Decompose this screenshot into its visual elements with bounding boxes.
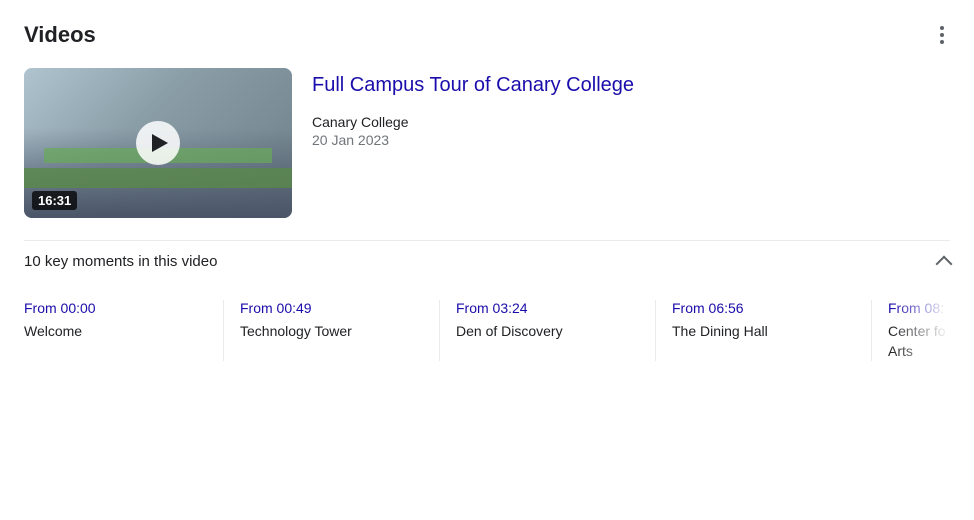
- video-card: 16:31 Full Campus Tour of Canary College…: [24, 68, 950, 218]
- videos-section: Videos 16:31 Full Campus Tour of Canary …: [24, 20, 950, 361]
- section-title: Videos: [24, 22, 96, 48]
- channel-name: Canary College: [312, 114, 634, 130]
- video-duration: 16:31: [32, 191, 77, 210]
- moment-label-1: Technology Tower: [240, 322, 423, 342]
- section-header: Videos: [24, 20, 950, 50]
- collapse-icon: [936, 255, 953, 272]
- moment-time-4[interactable]: From 08:: [888, 300, 950, 316]
- moment-time-2[interactable]: From 03:24: [456, 300, 639, 316]
- moment-item-1: From 00:49 Technology Tower: [240, 300, 440, 361]
- moment-item-4: From 08: Center foArts: [888, 300, 950, 361]
- moment-label-0: Welcome: [24, 322, 207, 342]
- moment-time-3[interactable]: From 06:56: [672, 300, 855, 316]
- video-title-link[interactable]: Full Campus Tour of Canary College: [312, 72, 634, 98]
- key-moments-label: 10 key moments in this video: [24, 253, 217, 270]
- video-info: Full Campus Tour of Canary College Canar…: [312, 68, 634, 218]
- video-date: 20 Jan 2023: [312, 132, 634, 148]
- moment-label-2: Den of Discovery: [456, 322, 639, 342]
- moment-label-3: The Dining Hall: [672, 322, 855, 342]
- moment-item-3: From 06:56 The Dining Hall: [672, 300, 872, 361]
- key-moments-toggle[interactable]: 10 key moments in this video: [24, 240, 950, 282]
- moment-item-0: From 00:00 Welcome: [24, 300, 224, 361]
- play-button[interactable]: [136, 121, 180, 165]
- moment-label-4: Center foArts: [888, 322, 950, 361]
- video-thumbnail[interactable]: 16:31: [24, 68, 292, 218]
- play-icon: [152, 134, 168, 152]
- moment-time-0[interactable]: From 00:00: [24, 300, 207, 316]
- moment-time-1[interactable]: From 00:49: [240, 300, 423, 316]
- moment-item-2: From 03:24 Den of Discovery: [456, 300, 656, 361]
- moments-row: From 00:00 Welcome From 00:49 Technology…: [24, 300, 950, 361]
- more-options-button[interactable]: [934, 20, 950, 50]
